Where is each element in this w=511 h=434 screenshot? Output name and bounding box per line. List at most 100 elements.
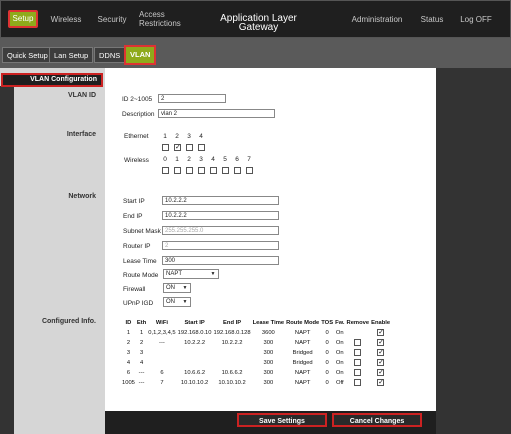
cell-enable: ✓ bbox=[370, 348, 391, 358]
upnp-igd-select[interactable]: ON ▼ bbox=[163, 297, 191, 307]
tab-quick-setup[interactable]: Quick Setup bbox=[2, 47, 53, 63]
wifi-port-0-checkbox[interactable] bbox=[162, 167, 169, 174]
cell-start-ip: 10.6.6.2 bbox=[184, 370, 206, 376]
chevron-down-icon: ▼ bbox=[182, 299, 188, 305]
col-route-mode: Route Mode bbox=[286, 320, 320, 326]
save-settings-button[interactable]: Save Settings bbox=[237, 413, 327, 427]
table-row: 2 2 --- 10.2.2.2 10.2.2.2 300 NAPT 0 On … bbox=[121, 338, 391, 348]
nav-log-off[interactable]: Log OFF bbox=[456, 15, 496, 24]
cell-fw: Off bbox=[335, 380, 344, 386]
enable-checkbox[interactable]: ✓ bbox=[377, 329, 385, 337]
cell-enable: ✓ bbox=[370, 328, 391, 338]
remove-checkbox[interactable] bbox=[354, 369, 362, 377]
vlan-id-label: ID 2~1005 bbox=[122, 96, 153, 103]
wifi-port-1-checkbox[interactable] bbox=[174, 167, 181, 174]
eth-port-2-checkbox[interactable]: ✓ bbox=[174, 144, 181, 151]
tab-vlan[interactable]: VLAN bbox=[124, 45, 157, 65]
enable-checkbox[interactable]: ✓ bbox=[377, 339, 385, 347]
wifi-port-4-checkbox[interactable] bbox=[210, 167, 217, 174]
chevron-down-icon: ▼ bbox=[210, 271, 216, 277]
cell-enable: ✓ bbox=[370, 338, 391, 348]
enable-checkbox[interactable]: ✓ bbox=[377, 379, 385, 387]
enable-checkbox[interactable]: ✓ bbox=[377, 359, 385, 367]
start-ip-input[interactable]: 10.2.2.2 bbox=[162, 196, 279, 205]
wifi-port-6-checkbox[interactable] bbox=[234, 167, 241, 174]
cell-wifi: 6 bbox=[160, 370, 164, 376]
eth-port-3-checkbox[interactable] bbox=[186, 144, 193, 151]
end-ip-input[interactable]: 10.2.2.2 bbox=[162, 211, 279, 220]
section-configured-label: Configured Info. bbox=[41, 318, 96, 325]
enable-checkbox[interactable]: ✓ bbox=[377, 369, 385, 377]
wifi-port-1-label: 1 bbox=[175, 156, 179, 163]
cell-end-ip: 10.10.10.2 bbox=[218, 380, 246, 386]
cell-mode: NAPT bbox=[294, 330, 311, 336]
remove-checkbox[interactable] bbox=[354, 359, 362, 367]
upnp-igd-value: ON bbox=[166, 299, 175, 305]
col-fw: Fw. bbox=[335, 320, 345, 326]
subnet-mask-input[interactable]: 255.255.255.0 bbox=[162, 226, 279, 235]
section-configured: Configured Info. bbox=[0, 318, 96, 328]
ethernet-label: Ethernet bbox=[124, 133, 149, 140]
cell-fw: On bbox=[335, 370, 344, 376]
wifi-port-0-label: 0 bbox=[163, 156, 167, 163]
col-id: ID bbox=[125, 320, 132, 326]
col-wifi: WiFi bbox=[155, 320, 169, 326]
nav-security[interactable]: Security bbox=[94, 15, 130, 24]
remove-checkbox[interactable] bbox=[354, 349, 362, 357]
nav-access-restrictions[interactable]: Access Restrictions bbox=[139, 10, 189, 28]
cell-eth: 4 bbox=[139, 360, 144, 366]
cell-eth: 2 bbox=[139, 340, 144, 346]
remove-checkbox[interactable] bbox=[354, 379, 362, 387]
nav-setup[interactable]: Setup bbox=[8, 10, 38, 28]
tab-ddns[interactable]: DDNS bbox=[94, 47, 126, 63]
tab-lan-setup[interactable]: Lan Setup bbox=[49, 47, 94, 63]
wifi-port-3-checkbox[interactable] bbox=[198, 167, 205, 174]
end-ip-label: End IP bbox=[123, 213, 143, 220]
wifi-port-7-label: 7 bbox=[247, 156, 251, 163]
section-vlan-id: VLAN ID bbox=[0, 92, 96, 102]
cell-end-ip bbox=[213, 358, 252, 368]
table-row: 1 1 0,1,2,3,4,5 192.168.0.10 192.168.0.1… bbox=[121, 328, 391, 338]
lease-time-input[interactable]: 300 bbox=[162, 256, 279, 265]
configured-table: ID Eth WiFi Start IP End IP Lease Time R… bbox=[121, 318, 391, 388]
cell-wifi: 0,1,2,3,4,5 bbox=[148, 330, 176, 336]
eth-port-2-label: 2 bbox=[175, 133, 179, 140]
cell-wifi bbox=[147, 348, 176, 358]
vlan-id-input[interactable]: 2 bbox=[158, 94, 226, 103]
firewall-select[interactable]: ON ▼ bbox=[163, 283, 191, 293]
cell-enable: ✓ bbox=[370, 378, 391, 388]
remove-checkbox[interactable] bbox=[354, 339, 362, 347]
cell-remove bbox=[346, 358, 371, 368]
nav-wireless[interactable]: Wireless bbox=[48, 15, 84, 24]
wifi-port-2-checkbox[interactable] bbox=[186, 167, 193, 174]
eth-port-4-checkbox[interactable] bbox=[198, 144, 205, 151]
cancel-changes-button[interactable]: Cancel Changes bbox=[332, 413, 422, 427]
description-input[interactable]: vlan 2 bbox=[158, 109, 275, 118]
start-ip-label: Start IP bbox=[123, 198, 145, 205]
nav-application-layer-gateway[interactable]: Application Layer Gateway bbox=[201, 14, 316, 33]
nav-administration[interactable]: Administration bbox=[349, 15, 405, 24]
cell-remove bbox=[346, 378, 371, 388]
cell-tos: 0 bbox=[325, 350, 329, 356]
cell-end-ip: 10.6.6.2 bbox=[221, 370, 243, 376]
wifi-port-5-checkbox[interactable] bbox=[222, 167, 229, 174]
eth-port-1-checkbox[interactable] bbox=[162, 144, 169, 151]
table-header-row: ID Eth WiFi Start IP End IP Lease Time R… bbox=[121, 318, 391, 328]
wifi-port-5-label: 5 bbox=[223, 156, 227, 163]
cell-remove bbox=[346, 328, 371, 338]
section-network-label: Network bbox=[68, 193, 96, 200]
col-lease-time: Lease Time bbox=[252, 320, 285, 326]
wireless-label: Wireless bbox=[124, 157, 149, 164]
cell-remove bbox=[346, 368, 371, 378]
nav-status[interactable]: Status bbox=[417, 15, 447, 24]
cell-lease: 3600 bbox=[261, 330, 275, 336]
wifi-port-7-checkbox[interactable] bbox=[246, 167, 253, 174]
sub-nav-bar: Quick Setup Lan Setup DDNS VLAN bbox=[0, 38, 511, 68]
left-column bbox=[0, 68, 105, 434]
lease-time-label: Lease Time bbox=[123, 258, 157, 265]
router-ip-input[interactable]: 2 bbox=[162, 241, 279, 250]
enable-checkbox[interactable]: ✓ bbox=[377, 349, 385, 357]
cell-eth: 3 bbox=[139, 350, 144, 356]
route-mode-value: NAPT bbox=[166, 271, 183, 277]
route-mode-select[interactable]: NAPT ▼ bbox=[163, 269, 219, 279]
